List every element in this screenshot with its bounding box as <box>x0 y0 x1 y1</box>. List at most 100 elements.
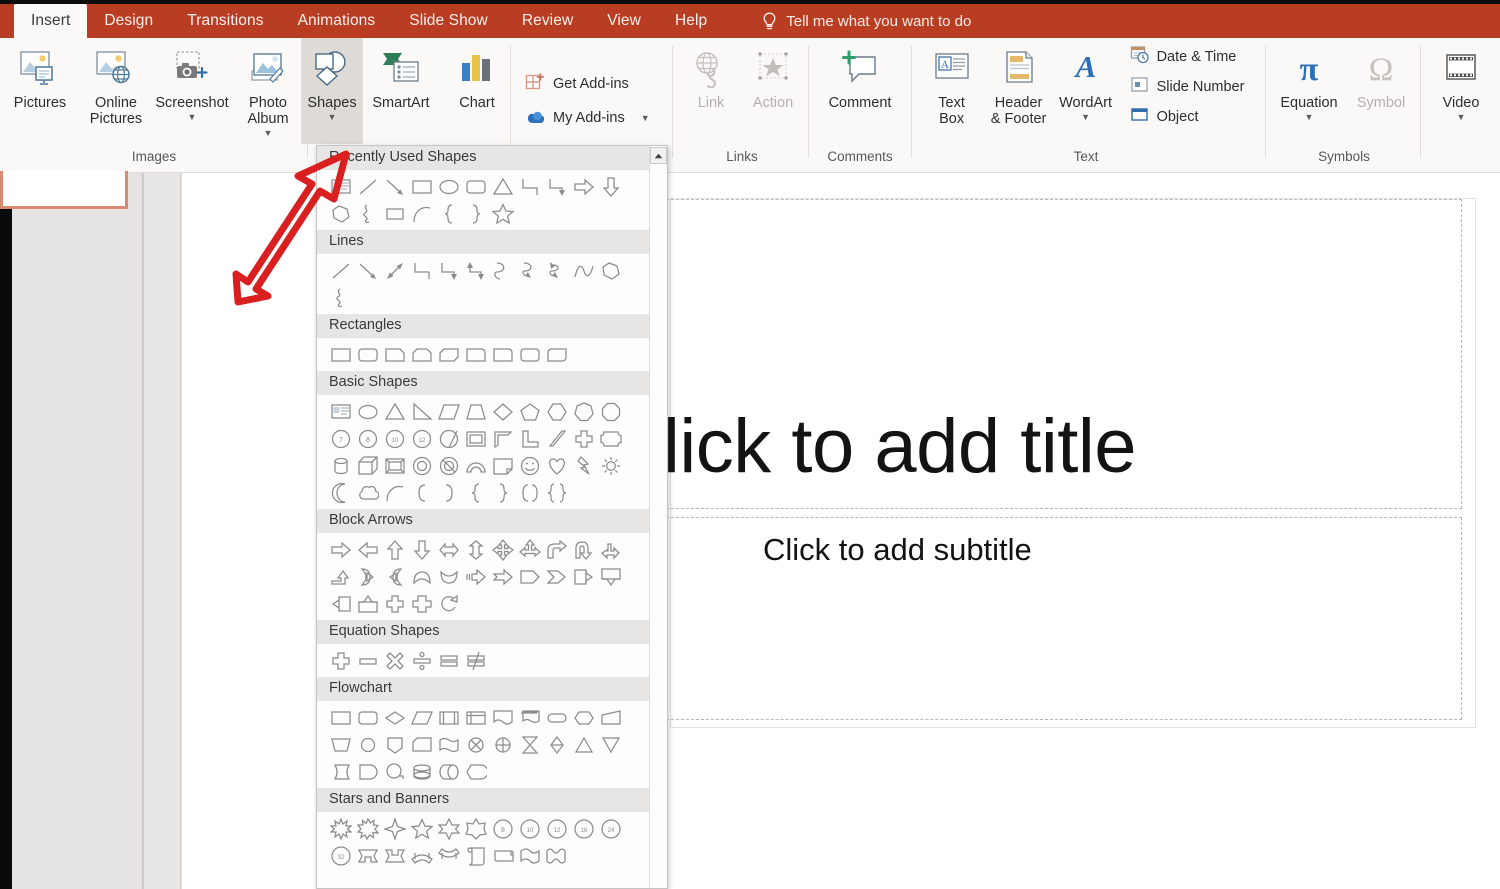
shape-pentagon[interactable] <box>516 398 543 425</box>
tell-me-search[interactable]: Tell me what you want to do <box>762 4 971 38</box>
shape-four-way-arrow[interactable] <box>489 536 516 563</box>
shape-pie[interactable]: 10 <box>381 425 408 452</box>
slide-surface[interactable]: lick to add title Click to add subtitle <box>670 198 1476 728</box>
shape-line-double-arrow[interactable] <box>381 257 408 284</box>
shape-elbow-arrow-connector[interactable] <box>435 257 462 284</box>
shapes-panel-scrollbar[interactable] <box>649 147 666 889</box>
shape-can[interactable] <box>327 452 354 479</box>
shape-wave[interactable] <box>516 842 543 869</box>
tab-help[interactable]: Help <box>658 4 724 38</box>
shape-5-point-star[interactable] <box>408 815 435 842</box>
shape-pentagon-arrow[interactable] <box>516 563 543 590</box>
subtitle-placeholder[interactable]: Click to add subtitle <box>656 517 1462 720</box>
photo-album-button[interactable]: Photo Album ▼ <box>230 38 306 144</box>
shape-elbow-double-arrow-connector[interactable] <box>462 257 489 284</box>
shape-flowchart-sequential-access-storage[interactable] <box>381 758 408 785</box>
shape-cloud[interactable] <box>354 479 381 506</box>
shape-rounded-rectangle[interactable] <box>462 173 489 200</box>
shape-flowchart-direct-access-storage[interactable] <box>435 758 462 785</box>
shape-u-turn-arrow[interactable] <box>570 536 597 563</box>
shape-up-down-arrow[interactable] <box>462 536 489 563</box>
header-footer-button[interactable]: Header & Footer <box>983 38 1055 144</box>
shape-right-brace[interactable] <box>489 479 516 506</box>
shape-right-arrow[interactable] <box>570 173 597 200</box>
shape-oval[interactable] <box>354 398 381 425</box>
shape-left-arrow[interactable] <box>354 536 381 563</box>
shape-explosion-2[interactable] <box>354 815 381 842</box>
shape-left-bracket[interactable] <box>408 479 435 506</box>
shape-snip-same-side-corner-rectangle[interactable] <box>408 341 435 368</box>
shape-up-arrow-callout[interactable] <box>354 590 381 617</box>
shape-right-arrow-callout[interactable] <box>570 563 597 590</box>
shape-curved-arrow-connector[interactable] <box>516 257 543 284</box>
shape-flowchart-process[interactable] <box>327 704 354 731</box>
shape-flowchart-manual-input[interactable] <box>597 704 624 731</box>
shape-left-right-arrow-callout[interactable] <box>408 590 435 617</box>
shape-right-bracket[interactable] <box>435 479 462 506</box>
shape-not-equal-sign[interactable] <box>462 647 489 674</box>
shape-horizontal-scroll[interactable] <box>489 842 516 869</box>
shape-rounded-rectangle[interactable] <box>354 341 381 368</box>
shape-isosceles-triangle[interactable] <box>381 398 408 425</box>
shape-up-arrow[interactable] <box>381 536 408 563</box>
shape-flowchart-data[interactable] <box>408 704 435 731</box>
shape-line-arrow[interactable] <box>354 257 381 284</box>
shape-flowchart-card[interactable] <box>408 731 435 758</box>
thumbnail-scroll-column[interactable] <box>143 173 181 889</box>
shape-rectangle[interactable] <box>408 173 435 200</box>
shape-right-brace[interactable] <box>462 200 489 227</box>
shape-curved-right-arrow[interactable] <box>354 563 381 590</box>
shape-line[interactable] <box>354 173 381 200</box>
shape-lightning-bolt[interactable] <box>570 452 597 479</box>
chevron-down-icon[interactable]: ▼ <box>188 113 197 122</box>
shape-cube[interactable] <box>354 452 381 479</box>
tab-insert[interactable]: Insert <box>14 4 87 38</box>
shape-striped-right-arrow[interactable] <box>462 563 489 590</box>
wordart-button[interactable]: A WordArt ▼ <box>1055 38 1117 144</box>
shape-chevron[interactable] <box>543 563 570 590</box>
shape-flowchart-punched-tape[interactable] <box>435 731 462 758</box>
video-button[interactable]: Video ▼ <box>1426 38 1496 144</box>
shape-flowchart-display[interactable] <box>462 758 489 785</box>
shape-curved-up-arrow[interactable] <box>408 563 435 590</box>
shape-double-wave[interactable] <box>543 842 570 869</box>
shape-elbow-connector[interactable] <box>516 173 543 200</box>
shape-heptagon[interactable] <box>570 398 597 425</box>
shape-curved-connector[interactable] <box>489 257 516 284</box>
shape-line-arrow[interactable] <box>381 173 408 200</box>
shape-flowchart-offpage-connector[interactable] <box>381 731 408 758</box>
chevron-down-icon[interactable]: ▼ <box>328 113 337 122</box>
shape-cross[interactable] <box>570 425 597 452</box>
shape-moon[interactable] <box>327 479 354 506</box>
shape-octagon[interactable] <box>597 398 624 425</box>
shape-round-same-side-corner-rectangle[interactable] <box>516 341 543 368</box>
shape-no-symbol[interactable] <box>435 452 462 479</box>
shape-curve[interactable] <box>570 257 597 284</box>
shape-curved-double-arrow-connector[interactable] <box>543 257 570 284</box>
shape-isosceles-triangle[interactable] <box>489 173 516 200</box>
shape-curved-down-arrow[interactable] <box>435 563 462 590</box>
shape-down-arrow[interactable] <box>408 536 435 563</box>
action-button[interactable]: Action <box>742 38 804 144</box>
shape-sun[interactable] <box>597 452 624 479</box>
tab-slide-show[interactable]: Slide Show <box>392 4 505 38</box>
shape-freeform[interactable] <box>597 257 624 284</box>
slide-number-button[interactable]: Slide Number <box>1123 72 1252 102</box>
shape-flowchart-summing-junction[interactable] <box>462 731 489 758</box>
shape-down-arrow[interactable] <box>597 173 624 200</box>
shape-dodecagon[interactable]: 8 <box>354 425 381 452</box>
smartart-button[interactable]: SmartArt <box>363 38 439 144</box>
shape-flowchart-multidocument[interactable] <box>516 704 543 731</box>
shape-block-arc[interactable] <box>462 452 489 479</box>
shape-round-diagonal-corner-rectangle[interactable] <box>543 341 570 368</box>
shape-flowchart-collate[interactable] <box>516 731 543 758</box>
shape-frame[interactable] <box>462 425 489 452</box>
shape-16-point-star[interactable]: 16 <box>570 815 597 842</box>
title-placeholder[interactable]: lick to add title <box>656 199 1462 509</box>
shape-flowchart-magnetic-disk[interactable] <box>408 758 435 785</box>
shape-vertical-scroll[interactable] <box>462 842 489 869</box>
shape-snip-single-corner-rectangle[interactable] <box>381 341 408 368</box>
equation-button[interactable]: π Equation ▼ <box>1272 38 1346 144</box>
tab-review[interactable]: Review <box>505 4 590 38</box>
shape-flowchart-decision[interactable] <box>381 704 408 731</box>
